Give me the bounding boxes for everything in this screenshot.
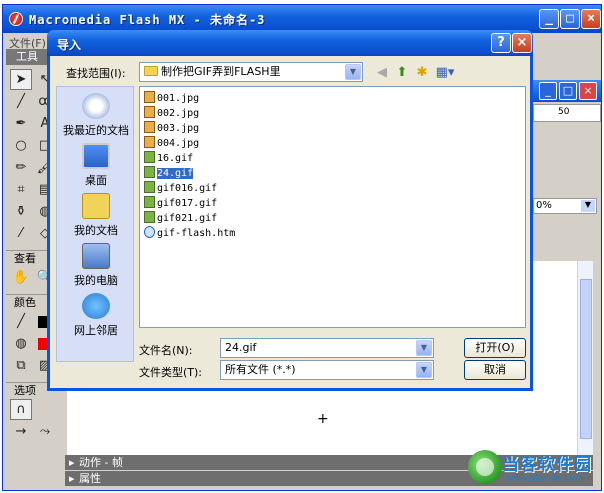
place-network[interactable]: 网上邻居 [57,293,135,338]
site-watermark: 当客软件园 www.downkr.com [466,446,602,492]
pen-tool-icon[interactable]: ✒ [10,113,32,134]
doc-minimize-icon[interactable]: _ [539,82,557,100]
place-my-documents[interactable]: 我的文档 [57,193,135,238]
places-bar: 我最近的文档 桌面 我的文档 我的电脑 网上邻居 [56,86,134,362]
chevron-down-icon[interactable]: ▼ [345,64,361,80]
chevron-down-icon[interactable]: ▼ [416,340,432,356]
fill-color-icon[interactable]: ◍ [10,333,32,354]
stage-vertical-scrollbar[interactable] [577,261,593,459]
timeline-ruler: 50 [533,104,601,122]
gif-file-icon [144,211,155,223]
arrow-tool-icon[interactable]: ➤ [10,69,32,90]
snap-magnet-icon[interactable]: ∩ [10,399,32,420]
network-places-icon [82,293,110,319]
jpg-file-icon [144,136,155,148]
flash-app-icon [9,12,23,26]
line-tool-icon[interactable]: ╱ [10,91,32,112]
pencil-tool-icon[interactable]: ✏ [10,157,32,178]
timeline-frame-number: 50 [558,107,570,117]
filetype-select[interactable]: 所有文件 (*.*) ▼ [220,360,434,380]
doc-close-icon[interactable]: × [579,82,597,100]
close-icon[interactable]: × [581,9,601,29]
import-dialog: 导入 ? × 查找范围(I): 制作把GIF弄到FLASH里 ▼ ◀ ⬆ ✱ ▦… [47,30,533,391]
maximize-icon[interactable]: □ [560,9,580,29]
smooth-option-icon[interactable]: → [10,421,32,442]
my-documents-icon [82,193,110,219]
desktop-icon [82,143,110,169]
minimize-icon[interactable]: _ [539,9,559,29]
main-title-bar[interactable]: Macromedia Flash MX - 未命名-3 _ □ × [3,5,601,33]
document-title-bar[interactable]: _ □ × [533,80,601,102]
gif-file-icon [144,166,155,178]
gif-file-icon [144,181,155,193]
chevron-down-icon[interactable]: ▼ [416,362,432,378]
registration-cross-icon: + [317,411,329,427]
oval-tool-icon[interactable]: ○ [10,135,32,156]
gif-file-icon [144,151,155,163]
folder-icon [144,66,158,76]
dialog-close-icon[interactable]: × [512,33,532,53]
file-row[interactable]: 002.jpg [144,106,199,120]
filetype-label: 文件类型(T): [139,366,203,379]
place-desktop[interactable]: 桌面 [57,143,135,188]
view-menu-icon[interactable]: ▦▾ [433,63,457,81]
watermark-name: 当客软件园 [502,455,592,475]
file-row-selected[interactable]: 24.gif [144,166,194,180]
filename-input[interactable]: 24.gif ▼ [220,338,434,358]
swap-colors-icon[interactable]: ⧉ [10,355,32,376]
file-row[interactable]: gif-flash.htm [144,226,235,240]
lookin-label: 查找范围(I): [66,67,126,80]
file-row[interactable]: gif021.gif [144,211,217,225]
lookin-value: 制作把GIF弄到FLASH里 [161,65,281,78]
watermark-url: www.downkr.com [506,473,584,484]
zoom-combo[interactable]: 0% ▼ [533,198,597,214]
dialog-title: 导入 [57,38,82,52]
watermark-logo-icon [468,450,502,484]
up-folder-icon[interactable]: ⬆ [393,63,411,81]
straighten-option-icon[interactable]: ⤳ [34,421,56,442]
ink-bottle-tool-icon[interactable]: ⚱ [10,201,32,222]
lookin-combo[interactable]: 制作把GIF弄到FLASH里 ▼ [139,62,363,82]
recent-documents-icon [82,93,110,119]
open-button[interactable]: 打开(O) [464,338,526,358]
place-my-computer[interactable]: 我的电脑 [57,243,135,288]
file-row[interactable]: 003.jpg [144,121,199,135]
scrollbar-thumb[interactable] [580,279,592,439]
chevron-down-icon[interactable]: ▼ [581,200,595,212]
file-list[interactable]: 001.jpg 002.jpg 003.jpg 004.jpg 16.gif 2… [139,86,526,328]
jpg-file-icon [144,121,155,133]
help-icon[interactable]: ? [491,33,511,53]
my-computer-icon [82,243,110,269]
jpg-file-icon [144,91,155,103]
file-row[interactable]: 001.jpg [144,91,199,105]
main-window-title: Macromedia Flash MX - 未命名-3 [29,13,266,27]
eyedropper-tool-icon[interactable]: ⁄ [10,223,32,244]
free-transform-tool-icon[interactable]: ⌗ [10,179,32,200]
stroke-color-icon[interactable]: ╱ [10,311,32,332]
gif-file-icon [144,196,155,208]
back-icon[interactable]: ◀ [373,63,391,81]
cancel-button[interactable]: 取消 [464,360,526,380]
new-folder-icon[interactable]: ✱ [413,63,431,81]
file-row[interactable]: gif017.gif [144,196,217,210]
jpg-file-icon [144,106,155,118]
doc-maximize-icon[interactable]: □ [559,82,577,100]
place-recent[interactable]: 我最近的文档 [57,93,135,138]
htm-file-icon [144,226,155,238]
file-row[interactable]: 004.jpg [144,136,199,150]
file-row[interactable]: 16.gif [144,151,193,165]
hand-tool-icon[interactable]: ✋ [10,267,32,288]
dialog-title-bar[interactable]: 导入 ? × [47,30,533,56]
file-row[interactable]: gif016.gif [144,181,217,195]
filename-label: 文件名(N): [139,344,193,357]
